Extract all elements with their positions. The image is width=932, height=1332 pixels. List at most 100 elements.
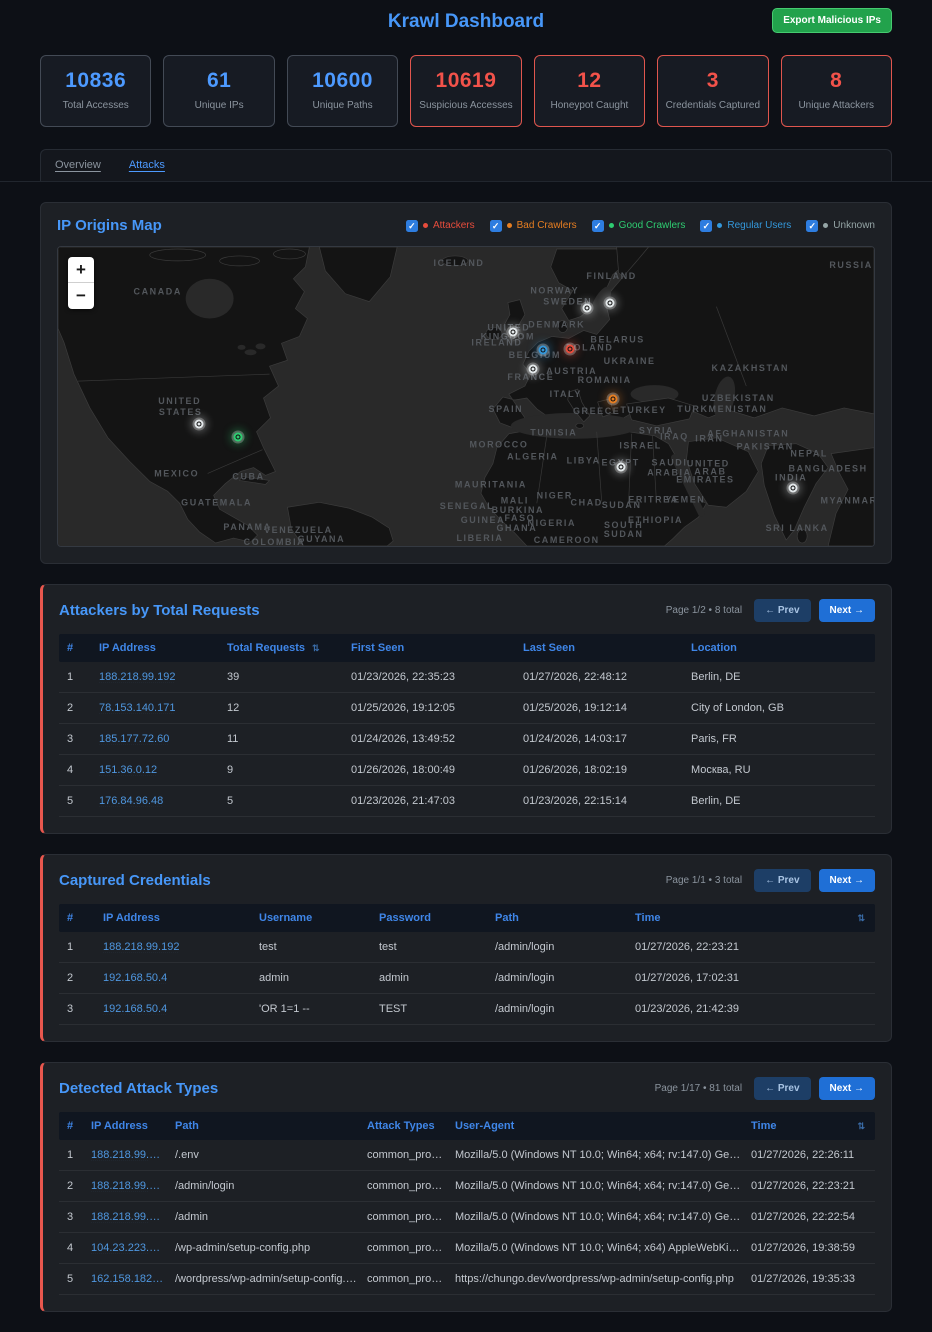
sort-icon[interactable]: ⇅ bbox=[312, 643, 320, 653]
export-malicious-ips-button[interactable]: Export Malicious IPs bbox=[772, 8, 892, 33]
marker-dot bbox=[792, 487, 795, 490]
column-header-ip-address[interactable]: IP Address bbox=[99, 642, 227, 654]
column-header-hash[interactable]: # bbox=[67, 642, 99, 654]
legend-label: Bad Crawlers bbox=[517, 220, 577, 231]
column-header-user-agent[interactable]: User-Agent bbox=[455, 1120, 751, 1132]
tab-attacks[interactable]: Attacks bbox=[129, 159, 165, 171]
map-country-label: TURKEY bbox=[620, 405, 666, 415]
sort-icon[interactable]: ⇅ bbox=[857, 1121, 865, 1132]
map-country-label: STATES bbox=[159, 407, 203, 417]
prev-button[interactable]: ← Prev bbox=[754, 1077, 810, 1100]
cell: /admin/login bbox=[495, 1003, 635, 1015]
column-header-time[interactable]: Time bbox=[751, 1120, 867, 1132]
map-marker-regular-user[interactable] bbox=[538, 346, 547, 355]
cell: 01/25/2026, 19:12:14 bbox=[523, 702, 691, 714]
map-marker-unknown[interactable] bbox=[582, 303, 591, 312]
map-country-label: ISRAEL bbox=[619, 441, 661, 451]
credentials-table: #IP AddressUsernamePasswordPathTime⇅1188… bbox=[59, 904, 875, 1025]
column-header-path[interactable]: Path bbox=[495, 912, 635, 924]
cell: 2 bbox=[67, 702, 99, 714]
map-marker-unknown[interactable] bbox=[616, 462, 625, 471]
next-button[interactable]: Next → bbox=[819, 869, 875, 892]
map[interactable]: CANADAUNITEDSTATESMEXICOCUBAGUATEMALAPAN… bbox=[57, 246, 875, 547]
map-marker-attacker[interactable] bbox=[565, 345, 574, 354]
cell: 'OR 1=1 -- bbox=[259, 1003, 379, 1015]
zoom-in-button[interactable]: + bbox=[68, 257, 94, 283]
table-row: 2188.218.99.192/admin/logincommon_probes… bbox=[59, 1171, 875, 1202]
legend-item-attackers[interactable]: ✓ Attackers bbox=[406, 220, 475, 232]
legend-item-unknown[interactable]: ✓Unknown bbox=[806, 220, 875, 232]
zoom-out-button[interactable]: − bbox=[68, 283, 94, 309]
ip-link[interactable]: 188.218.99.192 bbox=[91, 1149, 175, 1161]
table-row: 2192.168.50.4adminadmin/admin/login01/27… bbox=[59, 963, 875, 994]
cell: 2 bbox=[67, 1180, 91, 1192]
legend-item-good-crawlers[interactable]: ✓Good Crawlers bbox=[592, 220, 686, 232]
map-marker-bad-crawler[interactable] bbox=[608, 394, 617, 403]
map-country-label: MALI bbox=[501, 495, 529, 505]
map-marker-unknown[interactable] bbox=[508, 328, 517, 337]
checkbox-icon[interactable]: ✓ bbox=[490, 220, 502, 232]
column-header-ip-address[interactable]: IP Address bbox=[103, 912, 259, 924]
checkbox-icon[interactable]: ✓ bbox=[700, 220, 712, 232]
prev-button[interactable]: ← Prev bbox=[754, 599, 810, 622]
next-button[interactable]: Next → bbox=[819, 1077, 875, 1100]
column-header-first-seen[interactable]: First Seen bbox=[351, 642, 523, 654]
column-header-ip-address[interactable]: IP Address bbox=[91, 1120, 175, 1132]
map-country-label: FINLAND bbox=[586, 271, 636, 281]
column-header-hash[interactable]: # bbox=[67, 912, 103, 924]
ip-link[interactable]: 162.158.182.104 bbox=[91, 1273, 175, 1285]
ip-link[interactable]: 188.218.99.192 bbox=[99, 671, 227, 683]
cell: Berlin, DE bbox=[691, 795, 867, 807]
column-header-total-requests[interactable]: Total Requests⇅ bbox=[227, 642, 351, 654]
cell: /.env bbox=[175, 1149, 367, 1161]
tab-overview[interactable]: Overview bbox=[55, 159, 101, 171]
cell: 01/25/2026, 19:12:05 bbox=[351, 702, 523, 714]
column-header-username[interactable]: Username bbox=[259, 912, 379, 924]
prev-button[interactable]: ← Prev bbox=[754, 869, 810, 892]
ip-link[interactable]: 78.153.140.171 bbox=[99, 702, 227, 714]
ip-link[interactable]: 104.23.223.128 bbox=[91, 1242, 175, 1254]
ip-link[interactable]: 192.168.50.4 bbox=[103, 972, 259, 984]
legend-item-bad-crawlers[interactable]: ✓ Bad Crawlers bbox=[490, 220, 577, 232]
map-marker-unknown[interactable] bbox=[605, 298, 614, 307]
map-country-label: BANGLADESH bbox=[789, 464, 868, 474]
cell: 12 bbox=[227, 702, 351, 714]
next-button[interactable]: Next → bbox=[819, 599, 875, 622]
ip-link[interactable]: 188.218.99.192 bbox=[91, 1211, 175, 1223]
cell: common_probes bbox=[367, 1273, 455, 1285]
column-header-time[interactable]: Time bbox=[635, 912, 867, 924]
checkbox-icon[interactable]: ✓ bbox=[406, 220, 418, 232]
ip-link[interactable]: 176.84.96.48 bbox=[99, 795, 227, 807]
map-country-label: TUNISIA bbox=[530, 428, 577, 438]
column-header-path[interactable]: Path bbox=[175, 1120, 367, 1132]
checkbox-icon[interactable]: ✓ bbox=[592, 220, 604, 232]
ip-link[interactable]: 188.218.99.192 bbox=[103, 941, 259, 953]
cell: TEST bbox=[379, 1003, 495, 1015]
cell: common_probes bbox=[367, 1180, 455, 1192]
cell: 01/27/2026, 22:23:21 bbox=[635, 941, 867, 953]
map-marker-unknown[interactable] bbox=[789, 484, 798, 493]
legend-label: Attackers bbox=[433, 220, 475, 231]
map-country-label: SPAIN bbox=[489, 404, 524, 414]
column-header-attack-types[interactable]: Attack Types bbox=[367, 1120, 455, 1132]
ip-link[interactable]: 192.168.50.4 bbox=[103, 1003, 259, 1015]
map-marker-good-crawler[interactable] bbox=[233, 432, 242, 441]
column-header-password[interactable]: Password bbox=[379, 912, 495, 924]
cell: common_probes bbox=[367, 1149, 455, 1161]
legend-item-regular-users[interactable]: ✓Regular Users bbox=[700, 220, 791, 232]
ip-link[interactable]: 151.36.0.12 bbox=[99, 764, 227, 776]
ip-link[interactable]: 185.177.72.60 bbox=[99, 733, 227, 745]
cell: 11 bbox=[227, 733, 351, 745]
map-marker-unknown[interactable] bbox=[194, 419, 203, 428]
cell: /wordpress/wp-admin/setup-config.php bbox=[175, 1273, 367, 1285]
ip-link[interactable]: 188.218.99.192 bbox=[91, 1180, 175, 1192]
column-header-location[interactable]: Location bbox=[691, 642, 867, 654]
checkbox-icon[interactable]: ✓ bbox=[806, 220, 818, 232]
app-header: Krawl Dashboard Export Malicious IPs bbox=[0, 0, 932, 43]
map-marker-unknown[interactable] bbox=[528, 365, 537, 374]
sort-icon[interactable]: ⇅ bbox=[857, 913, 865, 924]
column-header-last-seen[interactable]: Last Seen bbox=[523, 642, 691, 654]
map-country-label: MYANMAR bbox=[821, 495, 874, 505]
column-header-hash[interactable]: # bbox=[67, 1120, 91, 1132]
legend-dot-icon bbox=[717, 223, 722, 228]
